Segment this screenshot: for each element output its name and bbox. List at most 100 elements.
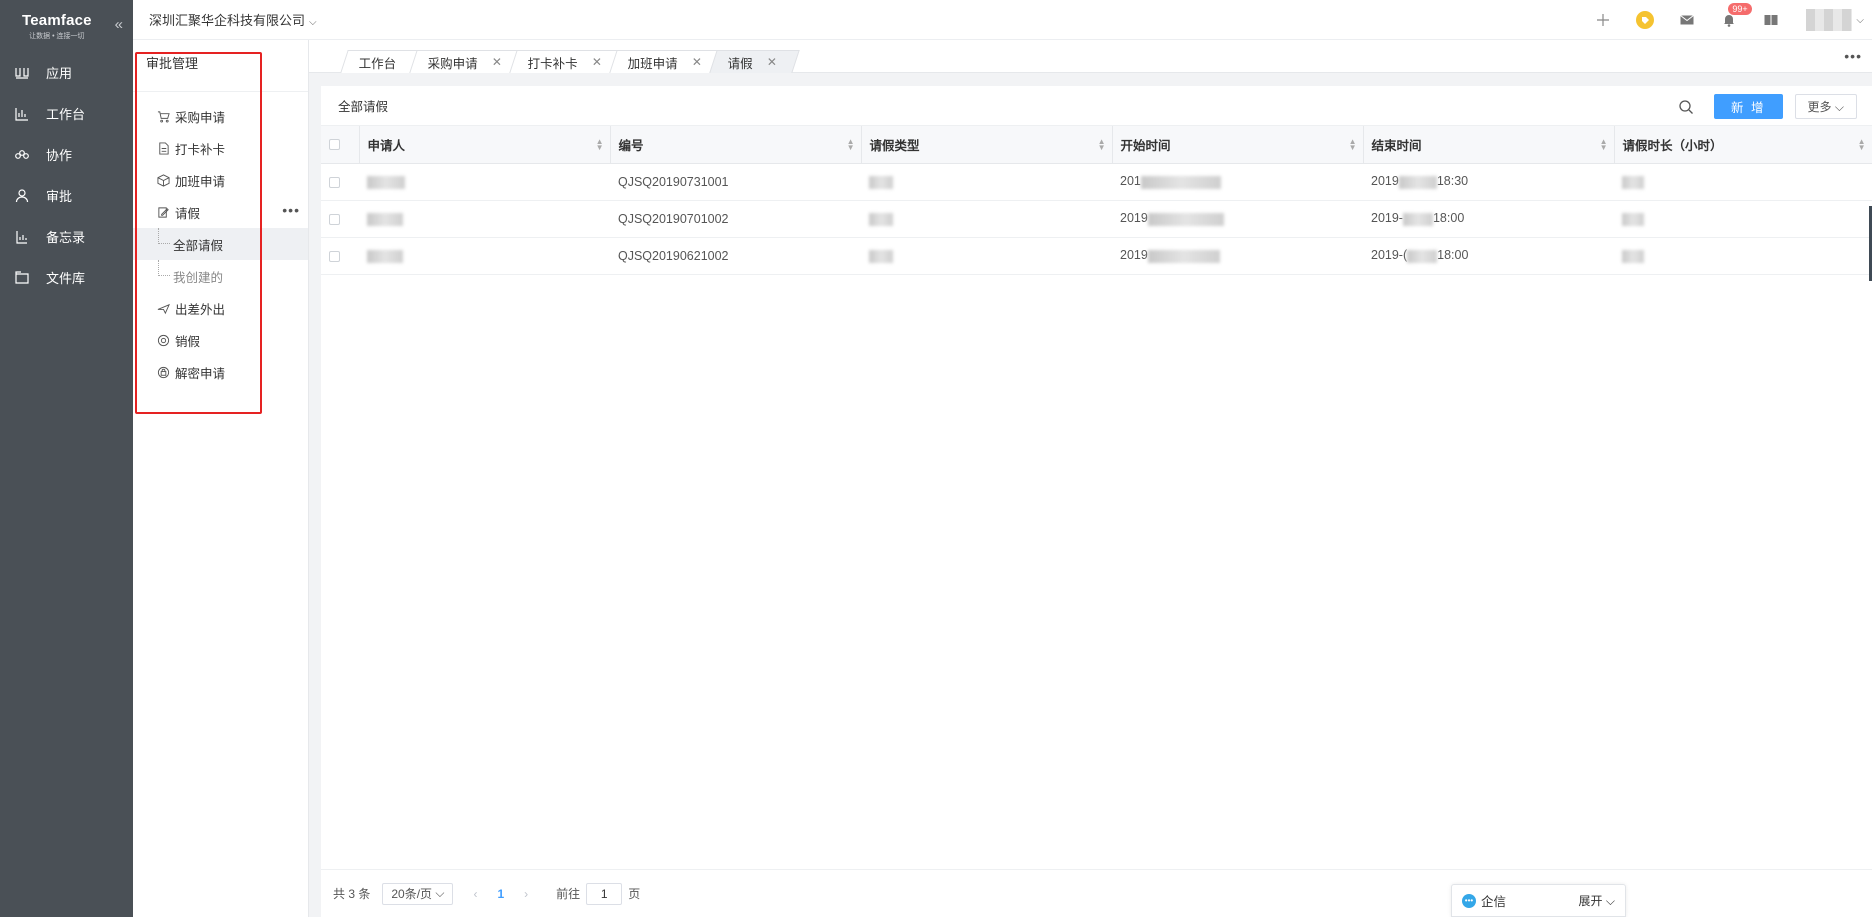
page-size-select[interactable]: 20条/页 ⌵ <box>382 882 454 905</box>
search-icon[interactable] <box>1678 99 1694 115</box>
close-icon[interactable]: ✕ <box>767 55 777 69</box>
sort-icon[interactable]: ▲ ▼ <box>847 138 855 152</box>
company-switcher[interactable]: 深圳汇聚华企科技有限公司 ⌵ <box>133 10 317 29</box>
goto-page-input[interactable] <box>586 882 623 905</box>
row-checkbox[interactable] <box>329 213 340 225</box>
new-button[interactable]: 新 增 <box>1714 94 1783 119</box>
sort-icon[interactable]: ▲ ▼ <box>1858 138 1866 152</box>
mail-icon[interactable] <box>1678 11 1696 29</box>
prev-page-icon[interactable]: ‹ <box>473 887 477 901</box>
start-text: 2019 <box>1120 248 1148 263</box>
sidebar-item-decrypt[interactable]: 解密申请 <box>133 356 308 388</box>
more-options-icon[interactable]: ••• <box>1844 48 1862 64</box>
tag-icon[interactable] <box>1636 11 1655 29</box>
more-options-icon[interactable]: ••• <box>282 202 300 218</box>
cart-icon <box>157 110 170 123</box>
chat-expand-button[interactable]: 展开 ⌵ <box>1579 892 1615 909</box>
sidebar-item-cancel-leave[interactable]: 销假 <box>133 324 308 356</box>
page-number[interactable]: 1 <box>497 887 504 901</box>
edit-icon <box>158 206 169 218</box>
plane-icon <box>157 303 170 314</box>
tab-leave[interactable]: 请假 ✕ <box>709 50 800 73</box>
sidebar-item-clockin[interactable]: 打卡补卡 <box>133 132 308 164</box>
sidebar-child-label: 全部请假 <box>173 238 224 253</box>
column-header[interactable]: 编号 ▲ ▼ <box>610 126 862 164</box>
plus-icon[interactable] <box>1594 11 1612 29</box>
nav-item-apps[interactable]: 应用 <box>0 52 133 93</box>
end-cell: 2019-(18:00 <box>1363 237 1614 275</box>
tab-overtime[interactable]: 加班申请 ✕ <box>609 50 725 73</box>
sidebar-item-label: 解密申请 <box>175 366 226 381</box>
column-header[interactable]: 请假时长（小时） ▲ ▼ <box>1614 126 1872 164</box>
sort-icon[interactable]: ▲ ▼ <box>596 138 604 152</box>
column-header[interactable]: 申请人 ▲ ▼ <box>359 126 611 164</box>
row-checkbox[interactable] <box>329 250 340 262</box>
column-label: 请假时长（小时） <box>1622 138 1723 153</box>
table-row[interactable]: QJSQ20190621002 2019 2019-(18:00 <box>321 237 1872 275</box>
collapse-icon[interactable]: « <box>115 16 123 33</box>
code-cell[interactable]: QJSQ20190701002 <box>610 200 861 238</box>
close-icon[interactable]: ✕ <box>492 55 502 69</box>
sidebar-child-mine[interactable]: 我创建的 <box>133 260 308 292</box>
chat-icon: ••• <box>1462 893 1476 908</box>
brand-tagline: 让数据 • 连接一切 <box>29 32 85 40</box>
select-all-checkbox[interactable] <box>329 139 340 151</box>
logo[interactable]: Teamface 让数据 • 连接一切 <box>22 12 92 41</box>
more-dropdown-button[interactable]: 更多 ⌵ <box>1794 94 1857 119</box>
row-checkbox[interactable] <box>329 176 340 188</box>
column-header[interactable]: 请假类型 ▲ ▼ <box>861 126 1113 164</box>
redacted-text <box>1622 249 1644 263</box>
sidebar-item-business-trip[interactable]: 出差外出 <box>133 292 308 324</box>
tab-workbench[interactable]: 工作台 <box>340 50 420 73</box>
column-header[interactable]: 结束时间 ▲ ▼ <box>1363 126 1615 164</box>
start-text: 2019 <box>1120 211 1148 226</box>
end-cell: 2019- 18:00 <box>1363 200 1614 238</box>
redacted-text <box>869 175 893 189</box>
nav-item-collab[interactable]: 协作 <box>0 134 133 175</box>
nav-item-approval[interactable]: 审批 <box>0 175 133 216</box>
select-all-cell <box>321 126 360 164</box>
table-row[interactable]: QJSQ20190701002 2019 2019- 18:00 <box>321 200 1872 238</box>
next-page-icon[interactable]: › <box>524 887 528 901</box>
chevron-down-icon[interactable]: ⌵ <box>1856 15 1864 26</box>
book-icon[interactable] <box>1762 11 1780 29</box>
sort-icon[interactable]: ▲ ▼ <box>1349 138 1357 152</box>
redacted-text <box>1622 212 1644 226</box>
column-label: 申请人 <box>367 138 406 153</box>
sidebar-child-all-leave[interactable]: 全部请假 <box>133 228 308 260</box>
type-cell <box>861 237 1112 275</box>
type-cell <box>861 163 1112 201</box>
chat-widget[interactable]: ••• 企信 展开 ⌵ <box>1451 884 1626 917</box>
tab-label: 加班申请 <box>627 56 678 71</box>
approval-sidebar: 审批管理 采购申请 打卡补卡 加班申请 请假 ••• 全部请假 我创建的 出差外… <box>133 40 309 917</box>
bell-icon[interactable]: 99+ <box>1720 3 1752 29</box>
column-label: 编号 <box>618 138 644 153</box>
header-actions: 99+ ⌵ <box>1582 0 1872 40</box>
more-label: 更多 <box>1807 100 1832 114</box>
page-title: 全部请假 <box>338 100 389 114</box>
redacted-text <box>869 249 893 263</box>
tab-clockin[interactable]: 打卡补卡 ✕ <box>509 50 625 73</box>
total-count: 共 3 条 <box>333 887 371 901</box>
chat-expand-label: 展开 <box>1578 894 1603 908</box>
close-icon[interactable]: ✕ <box>592 55 602 69</box>
nav-item-memo[interactable]: 备忘录 <box>0 216 133 257</box>
avatar[interactable] <box>1806 9 1853 31</box>
column-header[interactable]: 开始时间 ▲ ▼ <box>1112 126 1364 164</box>
code-cell[interactable]: QJSQ20190731001 <box>610 163 861 201</box>
sidebar-item-overtime[interactable]: 加班申请 <box>133 164 308 196</box>
close-icon[interactable]: ✕ <box>692 55 702 69</box>
sort-icon[interactable]: ▲ ▼ <box>1098 138 1106 152</box>
row-select-cell <box>321 200 359 238</box>
nav-item-workbench[interactable]: 工作台 <box>0 93 133 134</box>
chat-label: 企信 <box>1481 895 1507 909</box>
sort-icon[interactable]: ▲ ▼ <box>1600 138 1608 152</box>
pagination: 共 3 条 20条/页 ⌵ ‹ 1 › 前往 页 <box>321 869 1872 917</box>
table-row[interactable]: QJSQ20190731001 201 2019 18:30 <box>321 163 1872 201</box>
code-cell[interactable]: QJSQ20190621002 <box>610 237 861 275</box>
end-text-prefix: 2019 <box>1371 174 1399 189</box>
sidebar-item-leave[interactable]: 请假 ••• <box>133 196 308 228</box>
sidebar-item-purchase[interactable]: 采购申请 <box>133 100 308 132</box>
nav-item-files[interactable]: 文件库 <box>0 257 133 298</box>
tab-purchase[interactable]: 采购申请 ✕ <box>409 50 525 73</box>
